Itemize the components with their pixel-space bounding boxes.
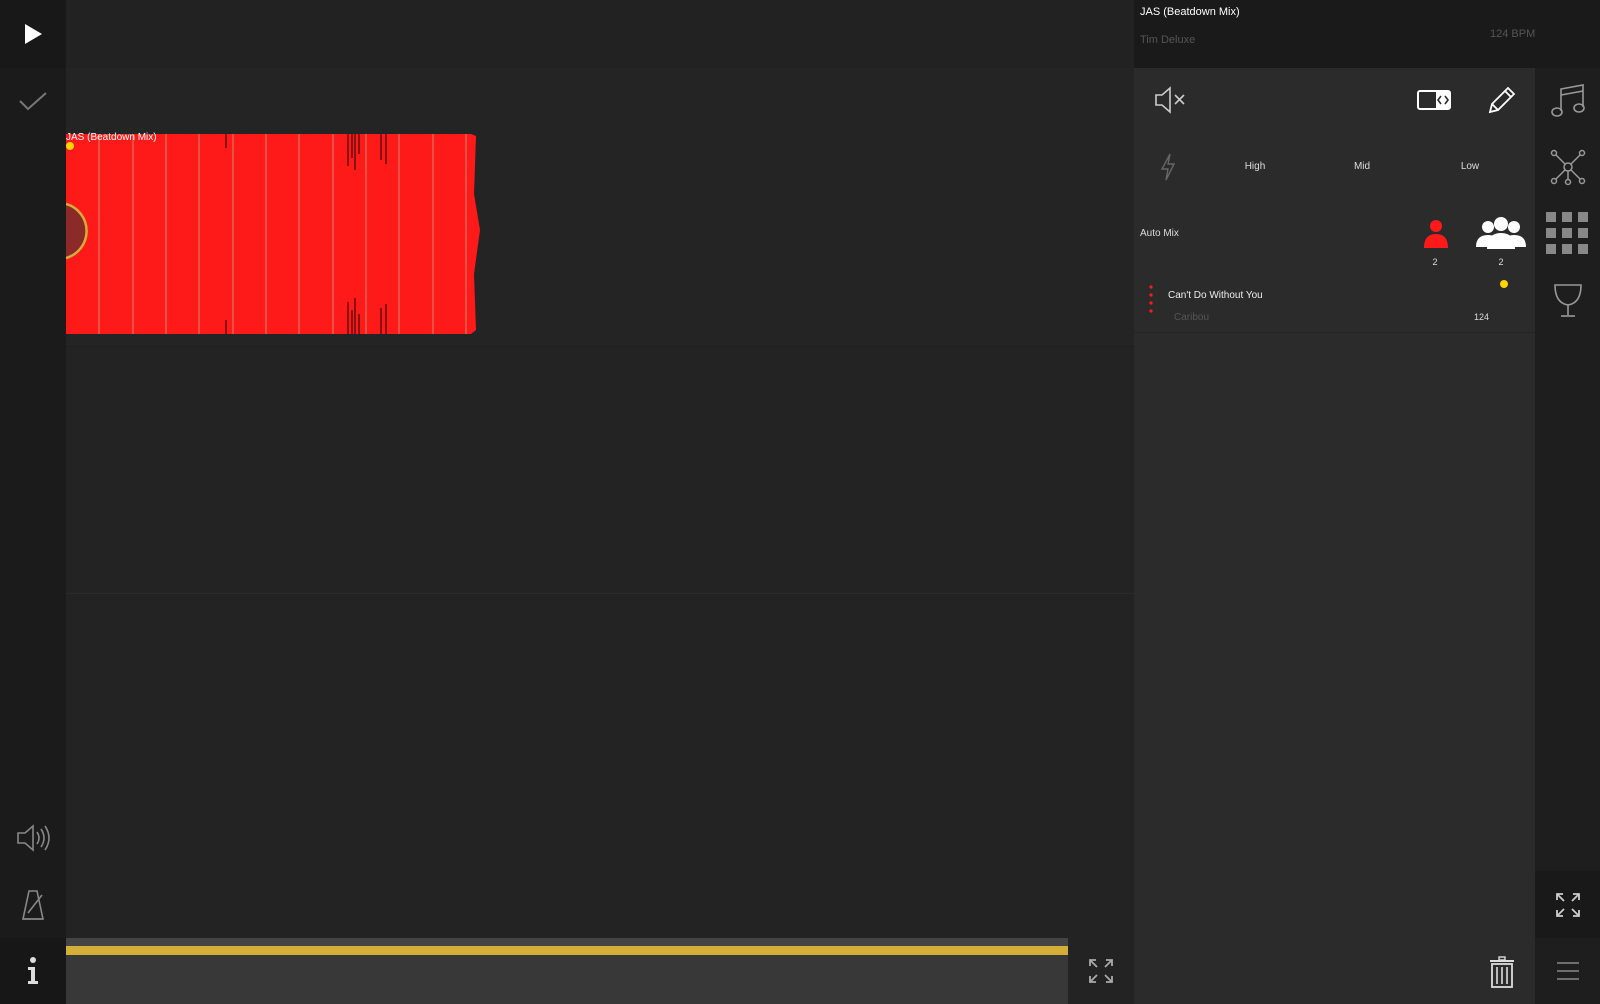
pads-button[interactable] bbox=[1535, 200, 1600, 268]
track-lane-empty[interactable] bbox=[66, 347, 1134, 594]
play-button[interactable] bbox=[0, 0, 66, 68]
trophy-icon bbox=[1553, 284, 1582, 317]
queue-item-bpm: 124 bbox=[1474, 312, 1490, 322]
track-lane-empty[interactable] bbox=[66, 594, 1134, 938]
checkmark-icon bbox=[19, 92, 47, 111]
menu-button[interactable] bbox=[1535, 938, 1600, 1004]
queue-item-title: Can't Do Without You bbox=[1168, 290, 1263, 301]
single-count: 2 bbox=[1432, 257, 1438, 267]
now-playing-bpm: 124 BPM bbox=[1490, 28, 1536, 40]
network-icon bbox=[1550, 149, 1585, 185]
group-icon bbox=[1476, 217, 1526, 249]
expand-icon bbox=[1089, 959, 1113, 983]
fullscreen-button[interactable] bbox=[1535, 871, 1600, 938]
auto-mix-label: Auto Mix bbox=[1140, 228, 1179, 239]
lightning-icon bbox=[1160, 153, 1176, 181]
loop-edit-button[interactable] bbox=[1416, 84, 1452, 116]
expand-icon bbox=[1555, 892, 1580, 917]
eq-low[interactable]: Low bbox=[1440, 161, 1500, 172]
network-button[interactable] bbox=[1535, 134, 1600, 200]
queue-status-dot bbox=[1500, 280, 1508, 288]
play-icon bbox=[25, 24, 42, 44]
queue-item-artist: Caribou bbox=[1174, 312, 1210, 323]
person-icon bbox=[1424, 220, 1448, 248]
speaker-icon bbox=[17, 824, 50, 852]
metronome-icon bbox=[22, 889, 44, 920]
timeline-track bbox=[66, 938, 1068, 946]
top-strip bbox=[66, 0, 1134, 69]
info-icon bbox=[28, 957, 38, 984]
edit-button[interactable] bbox=[1484, 82, 1520, 118]
group-mode-button[interactable] bbox=[1474, 214, 1528, 252]
loop-edit-icon bbox=[1417, 90, 1451, 110]
pencil-icon bbox=[1488, 86, 1516, 114]
eq-mid[interactable]: Mid bbox=[1332, 161, 1392, 172]
achievements-button[interactable] bbox=[1535, 268, 1600, 334]
waveform[interactable] bbox=[66, 134, 486, 334]
volume-button[interactable] bbox=[0, 805, 66, 871]
confirm-button[interactable] bbox=[0, 68, 66, 134]
menu-icon bbox=[1556, 962, 1579, 980]
grid-icon bbox=[1545, 212, 1588, 254]
now-playing-artist: Tim Deluxe bbox=[1140, 34, 1196, 46]
trash-icon bbox=[1490, 956, 1514, 988]
single-mode-button[interactable] bbox=[1420, 216, 1452, 250]
metronome-button[interactable] bbox=[0, 871, 66, 938]
queue-item[interactable] bbox=[1134, 280, 1535, 333]
timeline-expand-button[interactable] bbox=[1068, 938, 1134, 1004]
group-count: 2 bbox=[1498, 257, 1504, 267]
drag-handle-icon[interactable] bbox=[1148, 284, 1154, 314]
timeline-progress bbox=[66, 946, 1068, 955]
eq-high[interactable]: High bbox=[1225, 161, 1285, 172]
mute-button[interactable] bbox=[1152, 84, 1188, 116]
mute-icon bbox=[1155, 86, 1185, 114]
library-button[interactable] bbox=[1535, 68, 1600, 134]
deck-panel bbox=[1134, 68, 1535, 1004]
waveform-title: JAS (Beatdown Mix) bbox=[66, 132, 157, 143]
delete-button[interactable] bbox=[1484, 954, 1520, 990]
info-button[interactable] bbox=[0, 938, 66, 1004]
music-note-icon bbox=[1550, 84, 1585, 117]
now-playing-title: JAS (Beatdown Mix) bbox=[1140, 6, 1240, 18]
fx-button[interactable] bbox=[1156, 150, 1180, 184]
